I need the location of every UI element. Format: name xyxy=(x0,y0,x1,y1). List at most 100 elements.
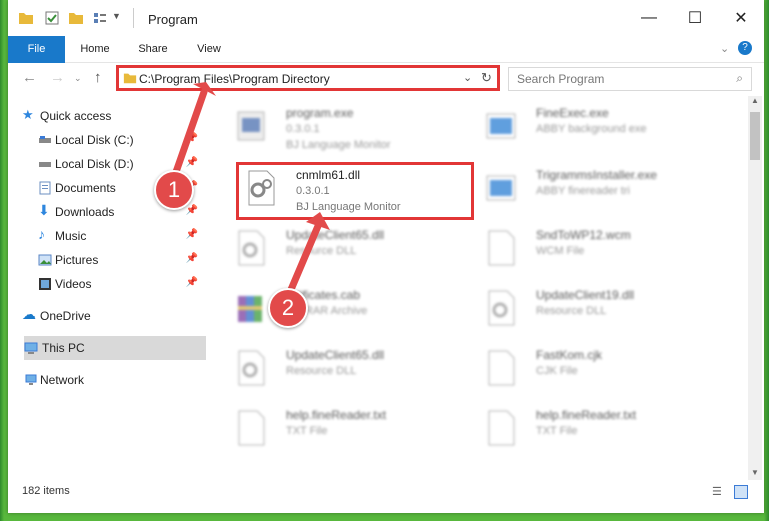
file-item[interactable]: help.fineReader.txt TXT File xyxy=(478,402,718,458)
explorer-window: ▼ Program — ☐ ✕ File Home Share View ⌄ ?… xyxy=(8,0,764,513)
recent-locations-icon[interactable]: ⌄ xyxy=(74,73,82,84)
details-view-icon[interactable]: ☰ xyxy=(712,485,722,498)
video-film-icon xyxy=(39,278,51,290)
file-item[interactable]: SndToWP12.wcm WCM File xyxy=(478,222,718,278)
dll-gear-icon xyxy=(488,290,515,326)
quick-access-toolbar-dropdown-icon[interactable]: ▼ xyxy=(112,11,121,21)
tiles-view-icon[interactable] xyxy=(734,485,748,499)
pin-icon[interactable]: 📌 xyxy=(186,157,198,168)
scrollbar-thumb[interactable] xyxy=(750,112,760,160)
sidebar-item-videos[interactable]: Videos 📌 xyxy=(8,272,202,296)
pin-icon[interactable]: 📌 xyxy=(186,229,198,240)
pin-icon[interactable]: 📌 xyxy=(186,205,198,216)
search-input[interactable]: Search Program ⌕ xyxy=(508,67,752,91)
file-list: program.exe 0.3.0.1 BJ Language Monitor … xyxy=(220,96,742,476)
folder-icon[interactable] xyxy=(18,10,34,26)
sidebar-item-label: Music xyxy=(55,229,87,243)
minimize-icon: — xyxy=(641,9,657,26)
step-marker-1: 1 xyxy=(154,170,194,210)
window-title: Program xyxy=(148,12,198,27)
file-name: UpdateClient65.dll xyxy=(286,228,385,242)
sidebar-item-this-pc[interactable]: This PC xyxy=(24,336,206,360)
cloud-icon: ☁ xyxy=(22,306,36,322)
archive-books-icon xyxy=(238,296,262,322)
file-type: Resource DLL xyxy=(536,305,607,317)
download-arrow-icon: ⬇ xyxy=(38,202,50,218)
sidebar-item-pictures[interactable]: Pictures 📌 xyxy=(8,248,202,272)
step-marker-2: 2 xyxy=(268,288,308,328)
sidebar-item-quick-access[interactable]: ★ Quick access xyxy=(8,104,202,128)
properties-icon[interactable] xyxy=(44,10,60,26)
new-folder-icon[interactable] xyxy=(68,10,84,26)
file-type: Resource DLL xyxy=(286,365,357,377)
drive-icon xyxy=(39,162,51,167)
computer-monitor-icon xyxy=(24,342,38,354)
sidebar-item-label: OneDrive xyxy=(40,309,91,323)
sidebar-item-label: Downloads xyxy=(55,205,115,219)
exe-window-icon xyxy=(486,113,516,139)
file-type: Resource DLL xyxy=(286,245,357,257)
help-icon[interactable]: ? xyxy=(738,41,752,55)
title-bar: ▼ Program — ☐ ✕ xyxy=(8,0,764,36)
back-arrow-icon[interactable]: ← xyxy=(22,69,37,86)
file-item[interactable]: help.fineReader.txt TXT File xyxy=(228,402,468,458)
maximize-button[interactable]: ☐ xyxy=(672,0,718,36)
file-item[interactable]: FastKom.cjk CJK File xyxy=(478,342,718,398)
pin-icon[interactable]: 📌 xyxy=(186,133,198,144)
file-name: SndToWP12.wcm xyxy=(536,228,631,242)
file-item[interactable]: TrigrammsInstaller.exe ABBY finereader t… xyxy=(478,162,718,218)
sidebar-item-label: Videos xyxy=(55,277,92,291)
scroll-down-icon[interactable]: ▼ xyxy=(751,468,759,477)
sidebar-item-local-disk-c[interactable]: Local Disk (C:) 📌 xyxy=(8,128,202,152)
sidebar-item-label: This PC xyxy=(42,341,85,355)
sidebar-item-label: Local Disk (C:) xyxy=(55,133,134,147)
pin-icon[interactable]: 📌 xyxy=(186,277,198,288)
file-item[interactable]: UpdateClient19.dll Resource DLL xyxy=(478,282,718,338)
file-type: TXT File xyxy=(286,425,328,437)
scroll-up-icon[interactable]: ▲ xyxy=(751,96,759,105)
network-icon xyxy=(25,374,37,385)
file-item[interactable]: program.exe 0.3.0.1 BJ Language Monitor xyxy=(228,100,468,156)
file-name: FineExec.exe xyxy=(536,106,609,120)
file-name: program.exe xyxy=(286,106,354,120)
file-item[interactable]: ertificates.cab WinRAR Archive xyxy=(228,282,468,338)
navigation-bar: ← → ⌄ ↑ C:\Program Files\Program Directo… xyxy=(8,63,764,93)
up-arrow-icon[interactable]: ↑ xyxy=(94,69,102,86)
music-note-icon: ♪ xyxy=(38,226,45,242)
file-name: TrigrammsInstaller.exe xyxy=(536,168,657,182)
search-icon: ⌕ xyxy=(736,71,743,85)
file-item[interactable]: UpdateClient65.dll Resource DLL xyxy=(228,342,468,398)
close-button[interactable]: ✕ xyxy=(718,0,764,36)
navigation-pane: ★ Quick access Local Disk (C:) 📌 Local D… xyxy=(8,96,206,476)
vertical-scrollbar[interactable]: ▲ ▼ xyxy=(748,96,762,480)
file-item[interactable]: UpdateClient65.dll Resource DLL xyxy=(228,222,468,278)
sidebar-item-music[interactable]: ♪ Music 📌 xyxy=(8,224,202,248)
sidebar-item-network[interactable]: Network xyxy=(8,368,202,392)
minimize-button[interactable]: — xyxy=(626,0,672,36)
dll-gear-icon xyxy=(238,230,265,266)
file-name: help.fineReader.txt xyxy=(536,408,637,422)
sidebar-item-label: Quick access xyxy=(40,109,112,123)
tab-home[interactable]: Home xyxy=(70,36,120,62)
sidebar-item-onedrive[interactable]: ☁ OneDrive xyxy=(8,304,202,328)
view-options-icon[interactable] xyxy=(92,10,108,26)
text-file-icon xyxy=(238,410,265,446)
file-type: ABBY background exe xyxy=(536,123,647,135)
file-name: UpdateClient65.dll xyxy=(286,348,385,362)
file-type: TXT File xyxy=(536,425,578,437)
file-type: CJK File xyxy=(536,365,578,377)
file-name: UpdateClient19.dll xyxy=(536,288,635,302)
pin-icon[interactable]: 📌 xyxy=(186,253,198,264)
sidebar-item-label: Local Disk (D:) xyxy=(55,157,134,171)
file-type: WCM File xyxy=(536,245,585,257)
drive-icon xyxy=(39,136,51,143)
file-name: help.fineReader.txt xyxy=(286,408,387,422)
forward-arrow-icon[interactable]: → xyxy=(50,69,65,86)
tab-view[interactable]: View xyxy=(184,36,234,62)
exe-window-icon xyxy=(486,175,516,201)
file-item[interactable]: FineExec.exe ABBY background exe xyxy=(478,100,718,156)
sidebar-item-label: Pictures xyxy=(55,253,99,267)
blank-file-icon xyxy=(488,230,515,266)
tab-share[interactable]: Share xyxy=(128,36,178,62)
ribbon-expand-icon[interactable]: ⌄ xyxy=(720,42,729,55)
